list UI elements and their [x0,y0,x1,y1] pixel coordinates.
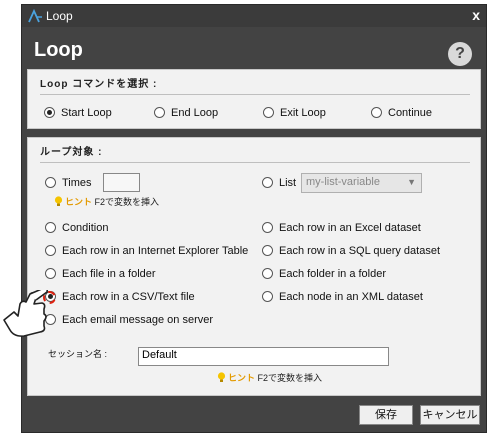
window-title: Loop [46,9,73,23]
radio-icon [262,245,273,256]
lightbulb-icon [54,196,63,206]
session-name-input[interactable]: Default [138,347,389,366]
radio-continue[interactable]: Continue [371,107,432,119]
pointing-hand-icon [3,290,48,337]
save-button[interactable]: 保存 [359,405,413,425]
loop-target-title: ループ対象 : [40,147,103,158]
help-icon[interactable]: ? [448,42,472,66]
loop-dialog: Loop x Loop ? Loop コマンドを選択 : Start Loop … [21,4,487,433]
cancel-button[interactable]: キャンセル [420,405,480,425]
title-bar: Loop x [22,5,486,27]
radio-file-in-folder[interactable]: Each file in a folder [45,268,156,280]
chevron-down-icon: ▼ [407,177,416,187]
radio-icon [44,107,55,118]
radio-icon [45,177,56,188]
close-button[interactable]: x [472,7,480,23]
loop-target-panel: ループ対象 : Times ヒント F2で変数を挿入 List my-list-… [27,137,481,396]
radio-icon [45,245,56,256]
times-input[interactable] [103,173,140,192]
radio-condition[interactable]: Condition [45,222,108,234]
lightbulb-icon [217,372,226,382]
radio-icon [154,107,165,118]
radio-ie-table-row[interactable]: Each row in an Internet Explorer Table [45,245,248,257]
radio-email-message[interactable]: Each email message on server [45,314,213,326]
divider [40,162,470,163]
radio-icon [45,268,56,279]
radio-xml-node[interactable]: Each node in an XML dataset [262,291,423,303]
radio-start-loop[interactable]: Start Loop [44,107,112,119]
session-label: セッション名 : [48,349,108,359]
radio-exit-loop[interactable]: Exit Loop [263,107,326,119]
app-logo-icon [28,8,42,23]
session-hint: ヒント F2で変数を挿入 [217,371,322,384]
divider [40,94,470,95]
radio-folder-in-folder[interactable]: Each folder in a folder [262,268,386,280]
loop-command-title: Loop コマンドを選択 : [40,79,158,90]
radio-icon [262,222,273,233]
radio-sql-row[interactable]: Each row in a SQL query dataset [262,245,440,257]
radio-end-loop[interactable]: End Loop [154,107,218,119]
radio-icon [45,222,56,233]
radio-icon [262,177,273,188]
radio-list[interactable]: List [262,177,296,189]
radio-icon [262,291,273,302]
dialog-heading: Loop [34,39,83,61]
list-variable-select[interactable]: my-list-variable ▼ [301,173,422,193]
radio-icon [263,107,274,118]
radio-icon [371,107,382,118]
radio-excel-row[interactable]: Each row in an Excel dataset [262,222,421,234]
loop-command-panel: Loop コマンドを選択 : Start Loop End Loop Exit … [27,69,481,129]
times-hint: ヒント F2で変数を挿入 [54,195,159,208]
radio-icon [262,268,273,279]
radio-csv-row[interactable]: Each row in a CSV/Text file [45,291,195,303]
radio-times[interactable]: Times [45,177,92,189]
